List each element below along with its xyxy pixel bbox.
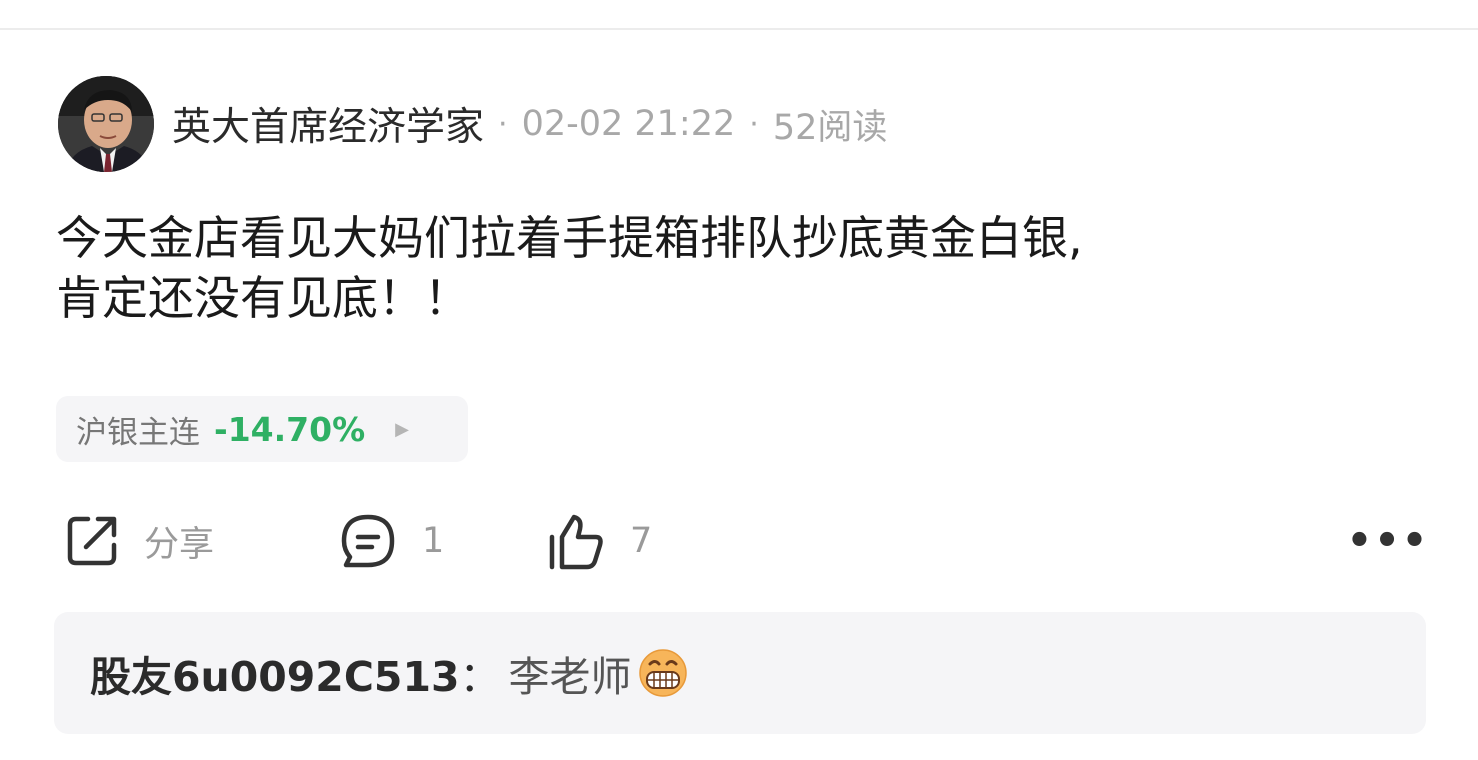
play-arrow-icon: ▶ bbox=[395, 418, 409, 440]
post-line: 肯定还没有见底！！ bbox=[56, 271, 470, 325]
share-label: 分享 bbox=[144, 524, 215, 565]
like-button[interactable]: 7 bbox=[544, 508, 652, 574]
post-date: 02-02 21:22 bbox=[521, 104, 736, 144]
grimacing-emoji-icon bbox=[638, 648, 688, 698]
stock-change: -14.70% bbox=[214, 409, 366, 449]
comment-icon bbox=[336, 509, 400, 573]
top-divider bbox=[0, 28, 1478, 30]
share-button[interactable]: 分享 bbox=[62, 508, 214, 574]
post-meta: 英大首席经济学家 · 02-02 21:22 · 52阅读 bbox=[172, 98, 887, 150]
comment-button[interactable]: 1 bbox=[336, 508, 444, 574]
reply-preview[interactable]: 股友6u0092C513 ： 李老师 bbox=[54, 612, 1426, 734]
like-count: 7 bbox=[630, 521, 653, 561]
post-line: 今天金店看见大妈们拉着手提箱排队抄底黄金白银, bbox=[56, 211, 1083, 265]
reply-text: 李老师 bbox=[508, 653, 632, 701]
comment-count: 1 bbox=[422, 521, 445, 561]
stock-name: 沪银主连 bbox=[76, 414, 200, 451]
reply-colon: ： bbox=[459, 653, 501, 701]
more-options-button[interactable]: ••• bbox=[1347, 508, 1428, 574]
author-avatar[interactable] bbox=[58, 76, 154, 172]
meta-separator: · bbox=[749, 106, 759, 142]
read-count: 52阅读 bbox=[772, 107, 888, 148]
post-content[interactable]: 今天金店看见大妈们拉着手提箱排队抄底黄金白银, 肯定还没有见底！！ bbox=[56, 208, 1416, 328]
avatar-image bbox=[58, 76, 154, 172]
reply-username[interactable]: 股友6u0092C513 bbox=[90, 643, 460, 703]
share-icon bbox=[62, 511, 122, 571]
meta-separator: · bbox=[498, 106, 508, 142]
stock-tag[interactable]: 沪银主连 -14.70% ▶ bbox=[56, 396, 468, 462]
author-name[interactable]: 英大首席经济学家 bbox=[172, 96, 484, 152]
action-bar: 分享 1 7 ••• bbox=[56, 508, 1428, 574]
thumbs-up-icon bbox=[544, 509, 608, 573]
